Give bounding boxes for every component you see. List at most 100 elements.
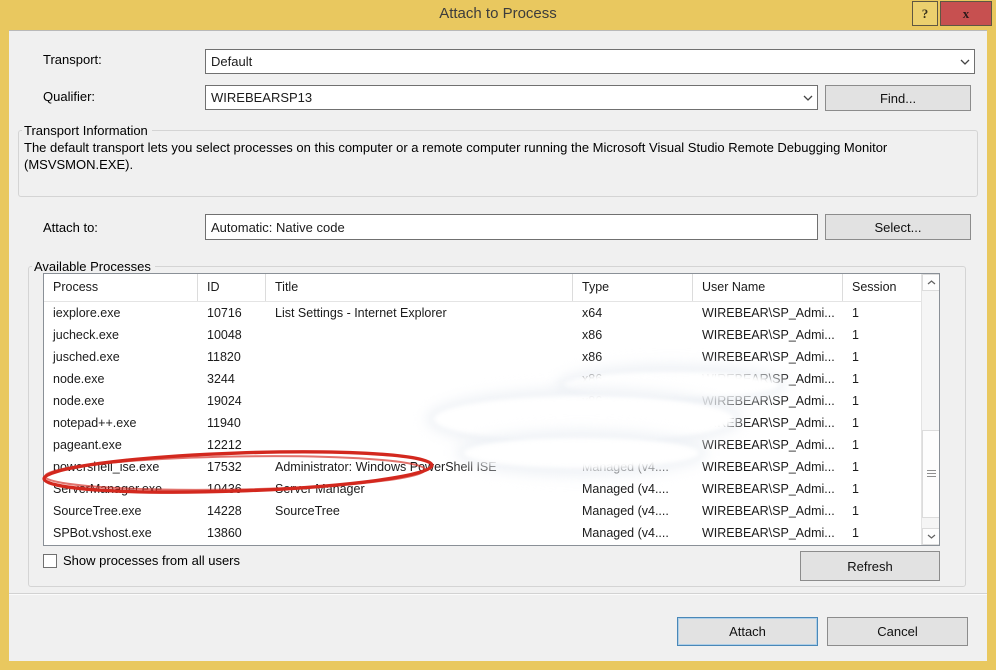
column-header-user-name[interactable]: User Name <box>693 274 843 301</box>
cell-id: 17532 <box>198 456 266 478</box>
cell-session: 1 <box>843 434 921 456</box>
footer-divider <box>9 593 987 595</box>
cell-session: 1 <box>843 368 921 390</box>
attach-to-process-dialog: Attach to Process ? x Transport: Default… <box>0 0 996 670</box>
cell-process: notepad++.exe <box>44 412 198 434</box>
qualifier-label: Qualifier: <box>43 89 95 104</box>
transport-info-group: Transport Information The default transp… <box>18 123 978 197</box>
cell-title <box>266 346 573 368</box>
transport-info-title: Transport Information <box>22 123 152 138</box>
chevron-down-icon <box>956 59 974 65</box>
process-list-header: Process ID Title Type User Name Session <box>44 274 921 302</box>
cell-session: 1 <box>843 478 921 500</box>
chevron-down-icon <box>927 534 936 539</box>
show-all-users-checkbox[interactable] <box>43 554 57 568</box>
table-row[interactable]: iexplore.exe10716List Settings - Interne… <box>44 302 921 324</box>
close-icon: x <box>963 6 970 22</box>
cell-user: WIREBEAR\SP_Admi... <box>693 478 843 500</box>
cell-process: ServerManager.exe <box>44 478 198 500</box>
cell-process: node.exe <box>44 390 198 412</box>
table-row[interactable]: jucheck.exe10048x86WIREBEAR\SP_Admi...1 <box>44 324 921 346</box>
transport-info-text: The default transport lets you select pr… <box>24 139 932 173</box>
cell-user: WIREBEAR\SP_Admi... <box>693 346 843 368</box>
cell-title: List Settings - Internet Explorer <box>266 302 573 324</box>
cell-session: 1 <box>843 456 921 478</box>
cell-id: 11820 <box>198 346 266 368</box>
cell-type: x64 <box>573 302 693 324</box>
scrollbar-thumb[interactable] <box>922 430 940 518</box>
show-all-users-row: Show processes from all users <box>43 553 240 568</box>
attach-to-value: Automatic: Native code <box>206 220 817 235</box>
process-list: Process ID Title Type User Name Session … <box>43 273 940 546</box>
column-header-type[interactable]: Type <box>573 274 693 301</box>
help-button[interactable]: ? <box>912 1 938 26</box>
caption-buttons: ? x <box>912 1 992 26</box>
qualifier-select[interactable]: WIREBEARSP13 <box>205 85 818 110</box>
cell-user: WIREBEAR\SP_Admi... <box>693 500 843 522</box>
close-button[interactable]: x <box>940 1 992 26</box>
cell-title: SourceTree <box>266 500 573 522</box>
titlebar[interactable]: Attach to Process ? x <box>0 0 996 30</box>
cell-type: Managed (v4.... <box>573 478 693 500</box>
cell-id: 10716 <box>198 302 266 324</box>
table-row[interactable]: SPBot.vshost.exe13860Managed (v4....WIRE… <box>44 522 921 544</box>
cell-session: 1 <box>843 522 921 544</box>
scroll-up-button[interactable] <box>922 274 940 291</box>
cell-session: 1 <box>843 302 921 324</box>
redaction-smudge <box>564 372 779 398</box>
cell-type: Managed (v4.... <box>573 522 693 544</box>
cell-process: SPBot.vshost.exe <box>44 522 198 544</box>
cell-process: node.exe <box>44 368 198 390</box>
window-title: Attach to Process <box>0 0 996 30</box>
cell-session: 1 <box>843 324 921 346</box>
cell-user: WIREBEAR\SP_Admi... <box>693 324 843 346</box>
cell-user: WIREBEAR\SP_Admi... <box>693 456 843 478</box>
refresh-button[interactable]: Refresh <box>800 551 940 581</box>
table-row[interactable]: node.exe3244x86WIREBEAR\SP_Admi...1 <box>44 368 921 390</box>
cell-id: 10436 <box>198 478 266 500</box>
cell-process: jucheck.exe <box>44 324 198 346</box>
table-row[interactable]: jusched.exe11820 x86WIREBEAR\SP_Admi...1 <box>44 346 921 368</box>
help-icon: ? <box>922 6 929 22</box>
cell-process: pageant.exe <box>44 434 198 456</box>
redaction-smudge <box>434 396 734 442</box>
dialog-content: Transport: Default Qualifier: WIREBEARSP… <box>9 30 987 661</box>
qualifier-value: WIREBEARSP13 <box>206 90 799 105</box>
cell-process: iexplore.exe <box>44 302 198 324</box>
cell-process: jusched.exe <box>44 346 198 368</box>
column-header-id[interactable]: ID <box>198 274 266 301</box>
cell-id: 19024 <box>198 390 266 412</box>
chevron-up-icon <box>927 280 936 285</box>
table-row[interactable]: SourceTree.exe14228SourceTreeManaged (v4… <box>44 500 921 522</box>
column-header-process[interactable]: Process <box>44 274 198 301</box>
cancel-button[interactable]: Cancel <box>827 617 968 646</box>
attach-to-label: Attach to: <box>43 220 98 235</box>
scroll-down-button[interactable] <box>922 528 940 545</box>
column-header-title[interactable]: Title <box>266 274 573 301</box>
attach-to-field[interactable]: Automatic: Native code <box>205 214 818 240</box>
chevron-down-icon <box>799 95 817 101</box>
select-button[interactable]: Select... <box>825 214 971 240</box>
show-all-users-label: Show processes from all users <box>63 553 240 568</box>
cell-user: WIREBEAR\SP_Admi... <box>693 302 843 324</box>
vertical-scrollbar[interactable] <box>921 274 939 545</box>
cell-title <box>266 522 573 544</box>
cell-session: 1 <box>843 346 921 368</box>
cell-user: WIREBEAR\SP_Admi... <box>693 434 843 456</box>
cell-session: 1 <box>843 390 921 412</box>
table-row[interactable]: ServerManager.exe10436Server ManagerMana… <box>44 478 921 500</box>
cell-id: 11940 <box>198 412 266 434</box>
cell-session: 1 <box>843 412 921 434</box>
column-header-session[interactable]: Session <box>843 274 921 301</box>
cell-process: powershell_ise.exe <box>44 456 198 478</box>
cell-type: x86 <box>573 324 693 346</box>
cell-type: x86 <box>573 346 693 368</box>
find-button[interactable]: Find... <box>825 85 971 111</box>
attach-button[interactable]: Attach <box>677 617 818 646</box>
cell-id: 14228 <box>198 500 266 522</box>
cell-process: SourceTree.exe <box>44 500 198 522</box>
cell-session: 1 <box>843 500 921 522</box>
cell-id: 12212 <box>198 434 266 456</box>
transport-select[interactable]: Default <box>205 49 975 74</box>
cell-user: WIREBEAR\SP_Admi... <box>693 522 843 544</box>
